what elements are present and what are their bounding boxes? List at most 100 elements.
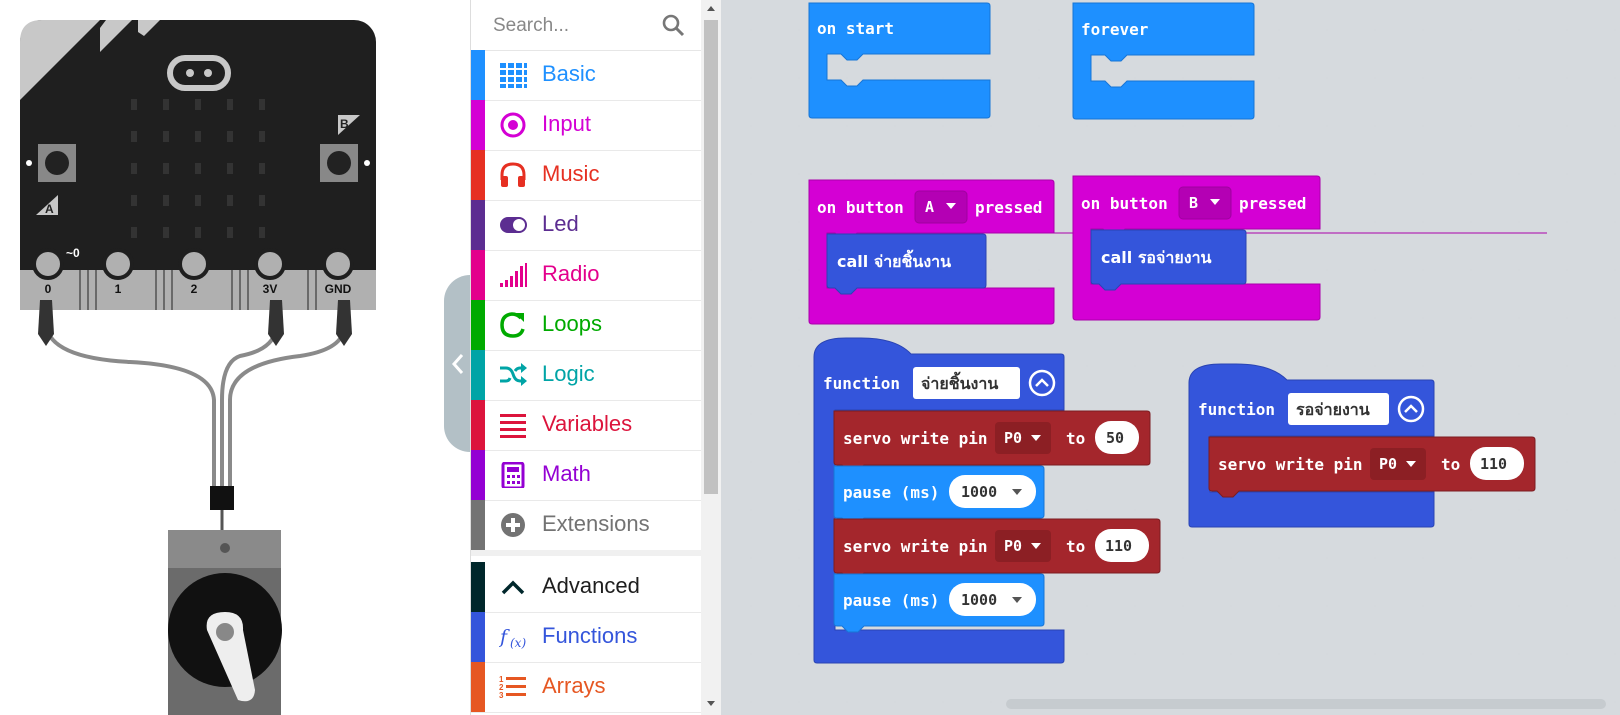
category-label: Functions xyxy=(542,623,638,648)
grid-icon xyxy=(500,63,527,88)
pin0-pwm-label: ~0 xyxy=(66,246,80,260)
chevron-up-icon xyxy=(501,580,525,595)
search-icon[interactable] xyxy=(661,13,685,37)
toolbox-separator xyxy=(471,550,702,556)
pin-dropdown-value: P0 xyxy=(1379,455,1397,473)
category-basic[interactable]: Basic xyxy=(471,50,702,101)
category-label: Loops xyxy=(542,311,602,336)
servo-write-label: servo write pin xyxy=(843,429,988,448)
category-advanced[interactable]: Advanced xyxy=(471,562,702,613)
numbered-list-icon: 1 2 3 xyxy=(499,675,526,700)
toolbox: Basic Input Music Led Radio xyxy=(470,0,702,715)
pause-block-1[interactable]: pause (ms) 1000 xyxy=(833,465,1045,525)
pin-label-gnd: GND xyxy=(325,282,352,296)
scroll-down-icon[interactable] xyxy=(705,698,717,710)
category-stripe xyxy=(471,350,485,400)
category-arrays[interactable]: 1 2 3 Arrays xyxy=(471,662,702,713)
category-music[interactable]: Music xyxy=(471,150,702,201)
category-variables[interactable]: Variables xyxy=(471,400,702,451)
servo-write-label: servo write pin xyxy=(843,537,988,556)
category-stripe xyxy=(471,200,485,250)
category-stripe xyxy=(471,612,485,662)
button-b-label: B xyxy=(340,117,349,131)
toolbox-scroll-thumb[interactable] xyxy=(704,20,718,494)
servo-write-label: servo write pin xyxy=(1218,455,1363,474)
microbit-board: A B 0 1 2 3V GND ~0 xyxy=(20,20,376,310)
angle-value-text: 50 xyxy=(1106,429,1124,447)
pin-label-1: 1 xyxy=(115,282,122,296)
category-stripe xyxy=(471,562,485,612)
category-stripe xyxy=(471,450,485,500)
category-label: Extensions xyxy=(542,511,650,536)
toggle-icon xyxy=(500,217,527,233)
category-stripe xyxy=(471,100,485,150)
category-extensions[interactable]: Extensions xyxy=(471,500,702,551)
angle-value-text: 110 xyxy=(1105,537,1132,555)
servo-write-block-3[interactable]: servo write pin P0 to 110 xyxy=(1208,436,1536,498)
category-label: Music xyxy=(542,161,600,186)
svg-text:f: f xyxy=(499,626,510,648)
pause-label: pause (ms) xyxy=(843,483,939,502)
category-label: Led xyxy=(542,211,579,236)
servo-write-block-1[interactable]: servo write pin P0 to 50 xyxy=(833,410,1151,472)
category-stripe xyxy=(471,500,485,550)
category-stripe xyxy=(471,150,485,200)
svg-text:(x): (x) xyxy=(510,636,526,650)
function-name-text: จ่ายชิ้นงาน xyxy=(921,371,998,393)
on-button-b-prefix: on button xyxy=(1081,194,1168,213)
category-label: Logic xyxy=(542,361,595,386)
simulator-collapse-handle[interactable] xyxy=(444,275,472,452)
servo-write-block-2[interactable]: servo write pin P0 to 110 xyxy=(833,518,1161,580)
scroll-up-icon[interactable] xyxy=(705,2,717,14)
category-loops[interactable]: Loops xyxy=(471,300,702,351)
category-radio[interactable]: Radio xyxy=(471,250,702,301)
pause-value-text: 1000 xyxy=(961,591,997,609)
refresh-icon xyxy=(500,312,525,338)
category-stripe xyxy=(471,250,485,300)
category-label: Basic xyxy=(542,61,596,86)
category-math[interactable]: Math xyxy=(471,450,702,501)
button-b-dropdown[interactable] xyxy=(1178,186,1232,220)
category-label: Arrays xyxy=(542,673,606,698)
function-keyword: function xyxy=(823,374,900,393)
category-functions[interactable]: f (x) Functions xyxy=(471,612,702,663)
pin-dropdown-value: P0 xyxy=(1004,429,1022,447)
pin-dropdown-value: P0 xyxy=(1004,537,1022,555)
pin-label-0: 0 xyxy=(45,282,52,296)
category-input[interactable]: Input xyxy=(471,100,702,151)
function-name-text: รอจ่ายงาน xyxy=(1296,400,1370,419)
function-keyword: function xyxy=(1198,400,1275,419)
button-a-dropdown[interactable] xyxy=(914,190,968,224)
on-button-a-suffix: pressed xyxy=(975,198,1042,217)
search-input[interactable] xyxy=(491,12,665,40)
category-stripe xyxy=(471,50,485,100)
shuffle-icon xyxy=(500,363,527,386)
calculator-icon xyxy=(501,462,525,488)
pause-block-2[interactable]: pause (ms) 1000 xyxy=(833,573,1045,633)
toolbox-scrollbar[interactable] xyxy=(701,0,721,715)
category-label: Variables xyxy=(542,411,633,436)
button-a-label: A xyxy=(45,202,54,216)
call-function-b-label: call รอจ่ายงาน xyxy=(1101,248,1212,267)
search-box xyxy=(471,0,702,51)
category-stripe xyxy=(471,662,485,712)
radio-circle-icon xyxy=(500,112,526,138)
workspace-horizontal-scrollbar[interactable] xyxy=(1006,699,1606,709)
signal-bars-icon xyxy=(500,263,527,287)
headphones-icon xyxy=(500,162,526,187)
button-b-dropdown-value: B xyxy=(1189,194,1198,212)
servo-to-label: to xyxy=(1066,429,1085,448)
simulator-panel: A B 0 1 2 3V GND ~0 xyxy=(0,0,445,715)
forever-label: forever xyxy=(1081,20,1148,39)
on-start-label: on start xyxy=(817,19,894,38)
pin-label-2: 2 xyxy=(191,282,198,296)
on-button-a-prefix: on button xyxy=(817,198,904,217)
category-stripe xyxy=(471,300,485,350)
pause-value-text: 1000 xyxy=(961,483,997,501)
category-logic[interactable]: Logic xyxy=(471,350,702,401)
category-led[interactable]: Led xyxy=(471,200,702,251)
category-label: Input xyxy=(542,111,591,136)
category-label: Advanced xyxy=(542,573,640,598)
servo-to-label: to xyxy=(1441,455,1460,474)
blocks-workspace[interactable]: on start forever on button A pressed cal… xyxy=(721,0,1620,715)
